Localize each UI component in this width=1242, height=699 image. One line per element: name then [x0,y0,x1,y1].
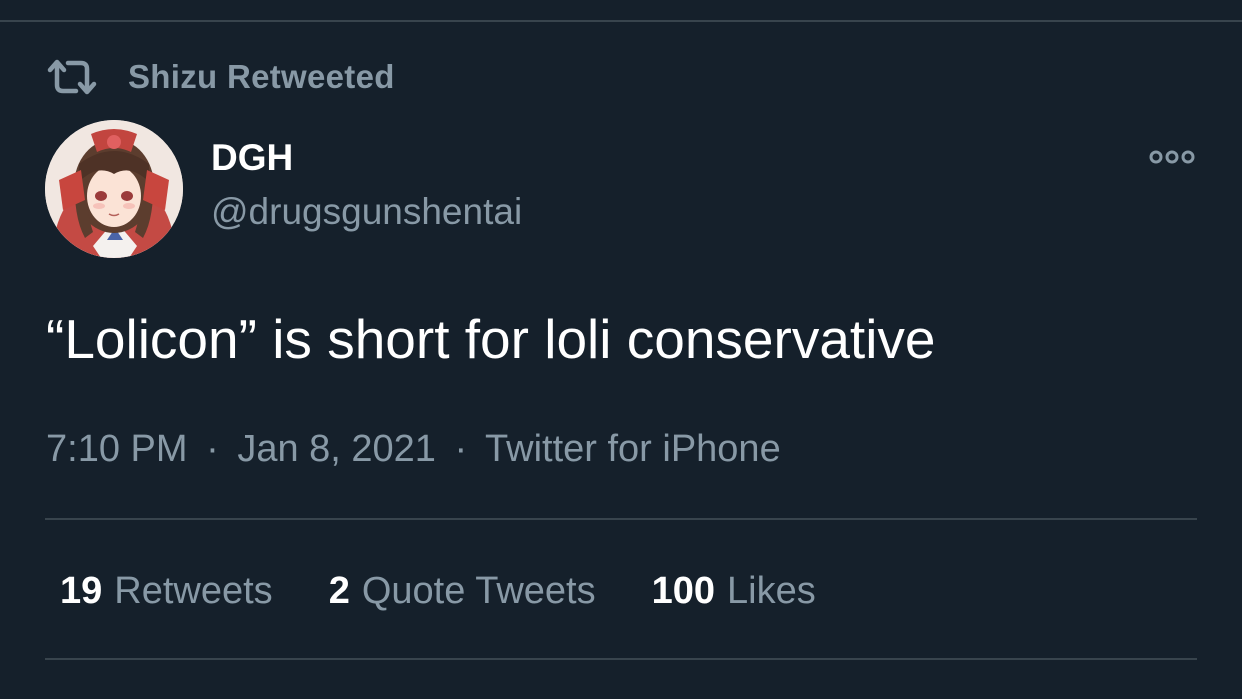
stats-top-divider [45,518,1197,520]
avatar[interactable] [45,120,183,258]
tweet-metadata: 7:10 PM · Jan 8, 2021 · Twitter for iPho… [46,426,781,472]
top-divider [0,20,1242,22]
author-handle[interactable]: @drugsgunshentai [211,190,522,234]
retweeted-by-label: Shizu Retweeted [128,58,395,95]
retweet-context[interactable]: Shizu Retweeted [46,56,395,98]
quote-tweets-label: Quote Tweets [361,569,596,612]
stats-bottom-divider [45,658,1197,660]
likes-count: 100 [651,569,716,612]
likes-label: Likes [727,569,816,612]
retweet-icon [46,57,98,97]
tweet-time[interactable]: 7:10 PM [46,428,188,470]
more-options-icon[interactable] [1146,144,1198,170]
quote-tweets-count: 2 [328,569,350,612]
retweets-label: Retweets [114,569,273,612]
tweet-source[interactable]: Twitter for iPhone [485,428,781,470]
retweets-stat[interactable]: 19 Retweets [60,570,273,613]
tweet-date[interactable]: Jan 8, 2021 [237,428,436,470]
meta-separator: · [206,428,219,470]
author-display-name[interactable]: DGH [211,136,293,180]
meta-separator: · [454,428,468,470]
tweet-text: “Lolicon” is short for loli conservative [46,308,936,370]
engagement-stats: 19 Retweets 2 Quote Tweets 100 Likes [60,566,816,616]
likes-stat[interactable]: 100 Likes [652,570,816,613]
retweets-count: 19 [60,569,103,612]
quote-tweets-stat[interactable]: 2 Quote Tweets [329,570,596,613]
